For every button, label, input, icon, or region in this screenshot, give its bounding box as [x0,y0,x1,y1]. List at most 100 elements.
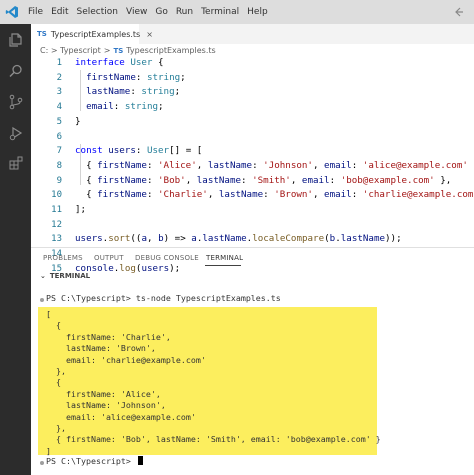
code-token: ]; [75,204,87,215]
search-icon[interactable] [0,56,31,86]
code-line[interactable]: email: string; [75,101,164,112]
code-token: 'bob@example.com' [340,174,435,186]
breadcrumb-folder[interactable]: C: > Typescript [40,46,101,55]
code-line[interactable]: interface User { [75,57,164,68]
terminal-output-line: }, [46,366,66,376]
code-line[interactable]: lastName: string; [75,86,180,97]
breadcrumb: C: > Typescript > TS TypescriptExamples.… [40,46,216,55]
terminal-output-line: email: 'alice@example.com' [46,411,196,422]
menu-file[interactable]: File [24,0,47,24]
line-number: 4 [56,102,62,113]
code-token: string [146,71,181,83]
breadcrumb-separator: > [103,46,111,55]
panel-tab-bar: PROBLEMS OUTPUT DEBUG CONSOLE TERMINAL [31,250,474,268]
code-token: 'Johnson' [263,159,313,171]
back-arrow-icon[interactable] [444,0,474,24]
source-control-icon[interactable] [0,87,31,117]
code-token: User [146,145,170,157]
code-line[interactable]: } [75,116,81,127]
code-token: 'charlie@example.com' [362,189,474,201]
terminal-output-line: email: 'charlie@example.com' [46,354,206,365]
command-decoration-icon[interactable] [40,298,44,302]
code-token: , [312,159,325,171]
code-line[interactable]: { firstName: 'Charlie', lastName: 'Brown… [75,189,474,200]
line-number: 6 [56,131,62,142]
code-token: ) => [163,233,192,245]
code-token: { [75,174,98,186]
line-number: 11 [51,205,62,215]
close-icon[interactable]: × [146,30,153,39]
active-tab-indicator [205,265,241,266]
code-token: lastName [75,86,131,98]
line-number: 8 [56,160,62,171]
tab-terminal[interactable]: TERMINAL [206,254,243,262]
code-token: email [324,189,352,201]
code-line[interactable]: { firstName: 'Bob', lastName: 'Smith', e… [75,175,451,186]
code-token: lastName [196,174,242,186]
extensions-icon[interactable] [0,148,31,178]
code-token: (( [130,233,142,245]
code-token: , [185,174,197,186]
code-token: email [324,159,352,171]
code-token: : [146,174,159,186]
code-token: }, [434,174,452,186]
menu-view[interactable]: View [122,0,151,24]
line-number: 9 [56,175,62,186]
code-token: : [135,145,147,157]
line-number: 7 [56,146,62,157]
line-number: 10 [51,190,62,201]
code-line[interactable]: { firstName: 'Alice', lastName: 'Johnson… [75,160,474,171]
code-token: : [146,189,159,201]
code-token: : [351,189,363,201]
code-token: : [252,159,264,171]
panel-divider [31,247,474,248]
code-token: string [124,101,159,113]
code-token: : [351,159,363,171]
code-token: )); [385,233,402,245]
code-token: ; [158,101,164,113]
code-token: string [141,86,175,98]
tab-output[interactable]: OUTPUT [94,254,124,262]
menu-help[interactable]: Help [243,0,272,24]
menu-selection[interactable]: Selection [73,0,122,24]
explorer-icon[interactable] [0,25,31,55]
code-token: lastName [207,159,253,171]
code-token: 'alice@example.com' [362,159,468,171]
menu-terminal[interactable]: Terminal [197,0,243,24]
terminal-section-title: TERMINAL [49,272,91,280]
title-bar: File Edit Selection View Go Run Terminal… [0,0,474,24]
code-token: users [108,145,136,157]
code-token: firstName [97,159,147,171]
command-decoration-icon[interactable] [40,461,44,465]
terminal-prompt: PS C:\Typescript> [46,456,136,466]
chevron-down-icon: ⌄ [40,272,46,280]
tab-problems[interactable]: PROBLEMS [43,254,83,262]
tab-debug-console[interactable]: DEBUG CONSOLE [135,254,199,262]
code-line[interactable]: ]; [75,204,86,215]
code-token: , [207,189,219,201]
code-token: : [241,174,253,186]
terminal-final-prompt-line[interactable]: PS C:\Typescript> [46,456,143,466]
output-highlight [38,307,377,455]
menu-edit[interactable]: Edit [47,0,72,24]
run-debug-icon[interactable] [0,118,31,148]
code-token: , [196,159,208,171]
line-number: 12 [51,219,62,230]
terminal-output-line: firstName: 'Alice', [46,388,161,399]
terminal-section-header[interactable]: ⌄ TERMINAL [40,272,90,280]
code-token: lastName [218,189,264,201]
code-line[interactable]: users.sort((a, b) => a.lastName.localeCo… [75,233,402,244]
code-token: 'Smith' [252,174,291,186]
code-token: }, [468,160,474,171]
code-token: firstName [97,174,147,186]
breadcrumb-file[interactable]: TypescriptExamples.ts [126,46,215,55]
code-line[interactable]: firstName: string; [75,72,186,83]
code-token: : [135,71,147,83]
menu-run[interactable]: Run [172,0,197,24]
code-token: 'Bob' [158,174,186,186]
code-token: { [75,189,98,201]
menu-go[interactable]: Go [151,0,171,24]
tab-typescriptexamples[interactable]: TS TypescriptExamples.ts × [31,24,153,44]
typescript-file-icon: TS [37,30,47,38]
code-line[interactable]: const users: User[] = [ [75,145,202,156]
